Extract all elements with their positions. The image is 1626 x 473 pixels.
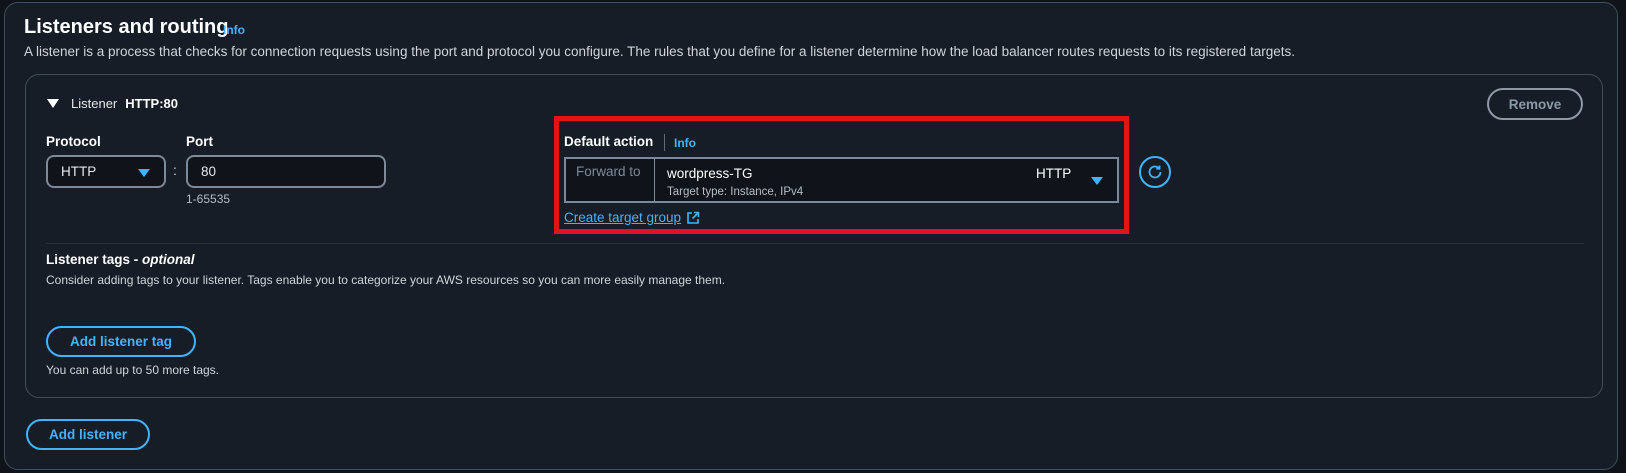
listener-expand-toggle[interactable]: Listener HTTP:80 bbox=[47, 96, 178, 111]
port-input-value: 80 bbox=[201, 164, 217, 179]
dropdown-caret-icon bbox=[1091, 177, 1103, 185]
listener-header-label: Listener bbox=[71, 96, 118, 111]
refresh-button[interactable] bbox=[1139, 156, 1171, 188]
refresh-icon bbox=[1148, 165, 1162, 179]
section-info-link[interactable]: Info bbox=[223, 23, 245, 37]
protocol-select[interactable]: HTTP bbox=[46, 155, 166, 188]
add-listener-tag-button[interactable]: Add listener tag bbox=[46, 326, 196, 357]
listener-tags-title-main: Listener tags - bbox=[46, 252, 143, 267]
create-target-group-label: Create target group bbox=[564, 210, 682, 225]
port-input[interactable]: 80 bbox=[186, 155, 386, 188]
tags-limit-hint: You can add up to 50 more tags. bbox=[46, 363, 220, 377]
dropdown-caret-icon bbox=[138, 169, 150, 177]
label-separator bbox=[664, 134, 665, 151]
section-description: A listener is a process that checks for … bbox=[24, 44, 1295, 59]
caret-down-icon bbox=[47, 99, 59, 108]
listener-header-value: HTTP:80 bbox=[125, 96, 178, 111]
forward-to-label: Forward to bbox=[566, 159, 655, 201]
listener-tags-title: Listener tags - optional bbox=[46, 252, 195, 267]
section-title: Listeners and routing bbox=[24, 16, 229, 38]
default-action-info-link[interactable]: Info bbox=[674, 136, 696, 150]
section-divider bbox=[46, 243, 1584, 244]
protocol-select-value: HTTP bbox=[61, 164, 97, 179]
protocol-label: Protocol bbox=[46, 134, 101, 149]
target-group-select[interactable]: wordpress-TG Target type: Instance, IPv4… bbox=[655, 159, 1117, 201]
port-label: Port bbox=[186, 134, 213, 149]
create-target-group-link[interactable]: Create target group bbox=[564, 210, 700, 225]
remove-button[interactable]: Remove bbox=[1487, 88, 1583, 120]
port-hint: 1-65535 bbox=[186, 192, 231, 206]
add-listener-button[interactable]: Add listener bbox=[26, 419, 150, 450]
default-action-combo[interactable]: Forward to wordpress-TG Target type: Ins… bbox=[564, 157, 1119, 203]
target-group-type: Target type: Instance, IPv4 bbox=[667, 186, 804, 198]
default-action-label: Default action bbox=[564, 134, 654, 149]
protocol-port-separator: : bbox=[173, 162, 177, 178]
external-link-icon bbox=[686, 211, 700, 225]
listener-tags-description: Consider adding tags to your listener. T… bbox=[46, 273, 726, 287]
target-group-protocol: HTTP bbox=[1036, 166, 1072, 181]
listener-tags-optional: optional bbox=[142, 252, 195, 267]
